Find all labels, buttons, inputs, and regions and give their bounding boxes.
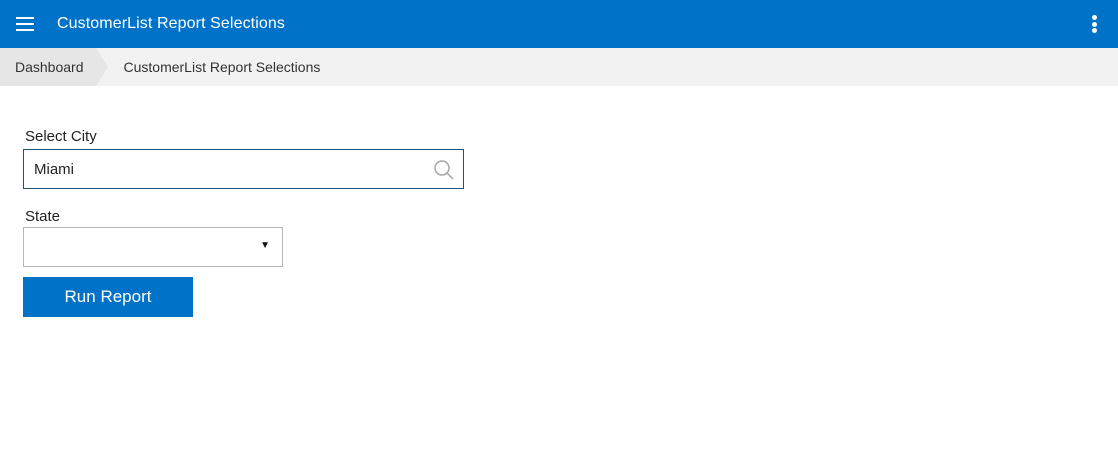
app-header: CustomerList Report Selections [0,0,1118,48]
search-icon[interactable] [433,159,455,181]
breadcrumb: Dashboard CustomerList Report Selections [0,48,1118,86]
run-report-button[interactable]: Run Report [23,277,193,317]
more-vertical-icon[interactable] [1084,13,1104,35]
dropdown-caret-icon: ▼ [260,240,270,251]
city-input[interactable] [24,150,424,188]
city-label: Select City [25,128,97,145]
page-title: CustomerList Report Selections [57,15,285,32]
state-dropdown[interactable]: ▼ [23,227,283,267]
city-search-field[interactable] [23,149,464,189]
hamburger-menu-icon [16,17,34,31]
state-label: State [25,208,61,225]
breadcrumb-current: CustomerList Report Selections [123,59,321,75]
breadcrumb-dashboard-link[interactable]: Dashboard [0,48,107,86]
report-selection-form: Select City State ▼ Run Report [23,128,464,317]
menu-button[interactable] [0,0,50,48]
